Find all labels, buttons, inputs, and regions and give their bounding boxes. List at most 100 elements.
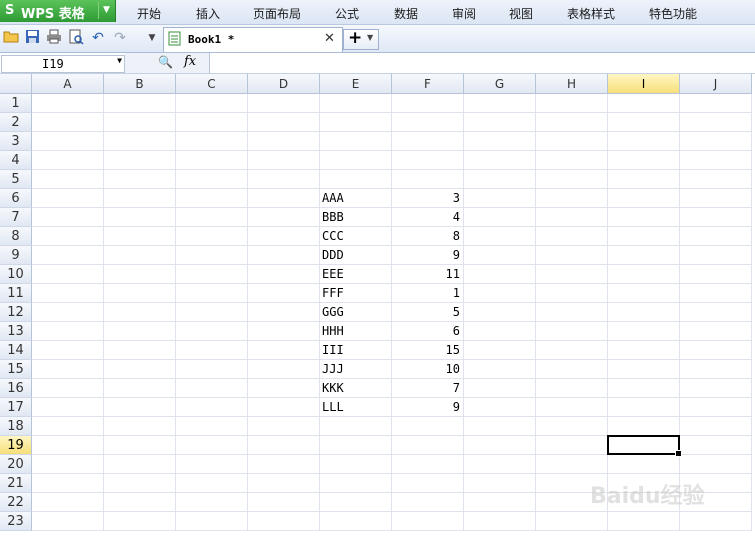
cell-D12[interactable] <box>248 303 320 322</box>
cell-J4[interactable] <box>680 151 752 170</box>
column-header-J[interactable]: J <box>680 74 752 94</box>
cell-I2[interactable] <box>608 113 680 132</box>
cell-F4[interactable] <box>392 151 464 170</box>
cell-H14[interactable] <box>536 341 608 360</box>
cell-E7[interactable]: BBB <box>320 208 392 227</box>
cell-E16[interactable]: KKK <box>320 379 392 398</box>
cell-A4[interactable] <box>32 151 104 170</box>
save-icon[interactable] <box>23 29 41 47</box>
row-header-15[interactable]: 15 <box>0 360 32 379</box>
row-header-20[interactable]: 20 <box>0 455 32 474</box>
cell-H23[interactable] <box>536 512 608 531</box>
cell-D13[interactable] <box>248 322 320 341</box>
cell-E2[interactable] <box>320 113 392 132</box>
cell-D6[interactable] <box>248 189 320 208</box>
cell-E3[interactable] <box>320 132 392 151</box>
cell-F21[interactable] <box>392 474 464 493</box>
cell-A1[interactable] <box>32 94 104 113</box>
cell-B23[interactable] <box>104 512 176 531</box>
cell-G1[interactable] <box>464 94 536 113</box>
cell-E18[interactable] <box>320 417 392 436</box>
cell-F16[interactable]: 7 <box>392 379 464 398</box>
cell-I23[interactable] <box>608 512 680 531</box>
cell-C10[interactable] <box>176 265 248 284</box>
cell-A12[interactable] <box>32 303 104 322</box>
cell-J14[interactable] <box>680 341 752 360</box>
column-header-D[interactable]: D <box>248 74 320 94</box>
column-header-G[interactable]: G <box>464 74 536 94</box>
redo-icon[interactable]: ↷ <box>111 29 129 47</box>
cell-J1[interactable] <box>680 94 752 113</box>
cell-I10[interactable] <box>608 265 680 284</box>
cell-A2[interactable] <box>32 113 104 132</box>
cell-I16[interactable] <box>608 379 680 398</box>
open-folder-icon[interactable] <box>2 29 20 47</box>
cell-C17[interactable] <box>176 398 248 417</box>
cell-E10[interactable]: EEE <box>320 265 392 284</box>
cell-J11[interactable] <box>680 284 752 303</box>
cell-F15[interactable]: 10 <box>392 360 464 379</box>
cell-C1[interactable] <box>176 94 248 113</box>
cell-I14[interactable] <box>608 341 680 360</box>
cell-I3[interactable] <box>608 132 680 151</box>
cell-D4[interactable] <box>248 151 320 170</box>
cell-J2[interactable] <box>680 113 752 132</box>
cell-A6[interactable] <box>32 189 104 208</box>
cell-F1[interactable] <box>392 94 464 113</box>
cell-A17[interactable] <box>32 398 104 417</box>
row-header-8[interactable]: 8 <box>0 227 32 246</box>
cell-A10[interactable] <box>32 265 104 284</box>
cell-E1[interactable] <box>320 94 392 113</box>
cell-J19[interactable] <box>680 436 752 455</box>
cell-C20[interactable] <box>176 455 248 474</box>
cell-H15[interactable] <box>536 360 608 379</box>
cell-A23[interactable] <box>32 512 104 531</box>
cell-F22[interactable] <box>392 493 464 512</box>
cell-B19[interactable] <box>104 436 176 455</box>
cell-I18[interactable] <box>608 417 680 436</box>
cell-B14[interactable] <box>104 341 176 360</box>
cell-F7[interactable]: 4 <box>392 208 464 227</box>
cell-D17[interactable] <box>248 398 320 417</box>
cell-C12[interactable] <box>176 303 248 322</box>
name-box[interactable]: I19 ▼ <box>1 55 125 73</box>
cell-H11[interactable] <box>536 284 608 303</box>
column-header-E[interactable]: E <box>320 74 392 94</box>
cell-G9[interactable] <box>464 246 536 265</box>
cell-C13[interactable] <box>176 322 248 341</box>
cell-H1[interactable] <box>536 94 608 113</box>
cell-B6[interactable] <box>104 189 176 208</box>
cell-G14[interactable] <box>464 341 536 360</box>
cell-E17[interactable]: LLL <box>320 398 392 417</box>
fill-handle[interactable] <box>675 450 682 457</box>
chevron-down-icon[interactable]: ▼ <box>367 33 373 42</box>
cell-I20[interactable] <box>608 455 680 474</box>
menu-start[interactable]: 开始 <box>137 5 161 22</box>
menu-insert[interactable]: 插入 <box>196 5 220 22</box>
cell-C3[interactable] <box>176 132 248 151</box>
cell-F14[interactable]: 15 <box>392 341 464 360</box>
cell-B3[interactable] <box>104 132 176 151</box>
cell-F19[interactable] <box>392 436 464 455</box>
cell-J7[interactable] <box>680 208 752 227</box>
cell-A22[interactable] <box>32 493 104 512</box>
cell-H4[interactable] <box>536 151 608 170</box>
cell-F11[interactable]: 1 <box>392 284 464 303</box>
cell-B15[interactable] <box>104 360 176 379</box>
cell-D10[interactable] <box>248 265 320 284</box>
row-header-13[interactable]: 13 <box>0 322 32 341</box>
cell-G6[interactable] <box>464 189 536 208</box>
row-header-19[interactable]: 19 <box>0 436 32 455</box>
cell-F20[interactable] <box>392 455 464 474</box>
cell-J5[interactable] <box>680 170 752 189</box>
cell-C7[interactable] <box>176 208 248 227</box>
cell-H17[interactable] <box>536 398 608 417</box>
row-header-16[interactable]: 16 <box>0 379 32 398</box>
menu-page-layout[interactable]: 页面布局 <box>253 5 301 22</box>
cell-C4[interactable] <box>176 151 248 170</box>
zoom-formula-icon[interactable]: 🔍 <box>158 55 173 69</box>
cell-C16[interactable] <box>176 379 248 398</box>
chevron-down-icon[interactable]: ▼ <box>98 2 114 19</box>
cell-D20[interactable] <box>248 455 320 474</box>
cell-B8[interactable] <box>104 227 176 246</box>
